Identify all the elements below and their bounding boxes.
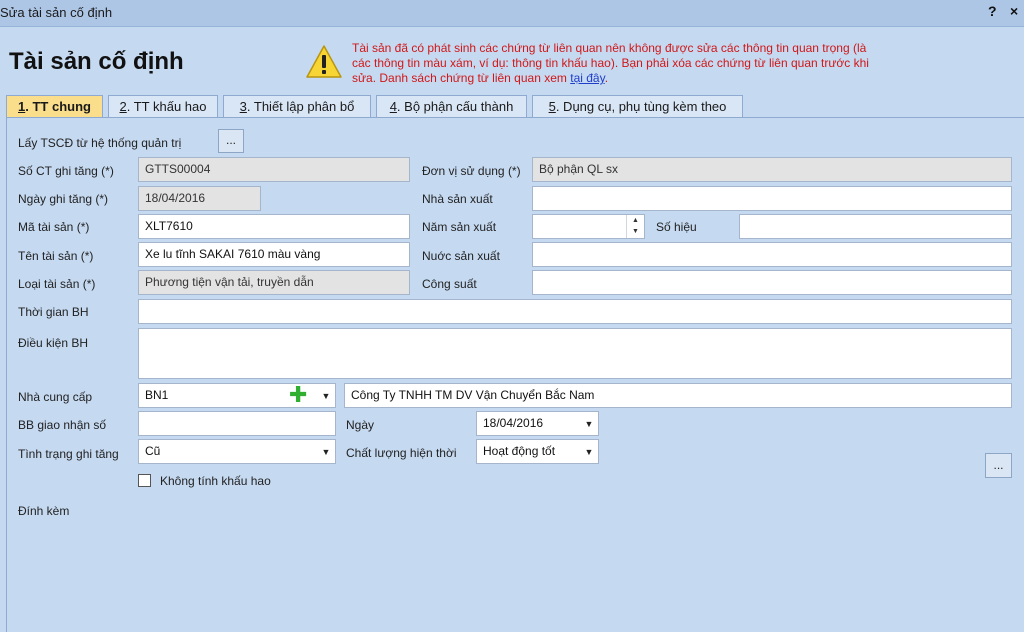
nha-sx-field[interactable] [532,186,1012,211]
chat-luong-label: Chất lượng hiện thời [346,446,457,460]
ma-ts-field[interactable]: XLT7610 [138,214,410,239]
khong-tinh-kh-label: Không tính khấu hao [160,474,271,488]
page-title: Tài sản cố định [9,48,184,75]
ten-ts-label: Tên tài sản (*) [18,249,94,263]
nam-sx-field[interactable]: ▲ ▼ [532,214,645,239]
ngay-label: Ngày [346,418,375,432]
title-bar: Sửa tài sản cố định ? × [0,0,1024,27]
tinh-trang-label: Tình trạng ghi tăng [18,447,119,461]
bb-giao-nhan-label: BB giao nhận số [18,418,107,432]
thoi-gian-bh-label: Thời gian BH [18,305,89,319]
warning-end: . [604,71,609,85]
warning-message: Tài sản đã có phát sinh các chứng từ liê… [352,41,872,86]
cong-suat-field[interactable] [532,270,1012,295]
nha-cc-chevron-down-icon[interactable]: ▼ [317,384,335,407]
bb-giao-nhan-field[interactable] [138,411,336,436]
warning-icon [306,45,342,78]
close-button[interactable]: × [1010,3,1018,19]
nha-cc-combo[interactable]: BN1 ✚ ▼ [138,383,336,408]
khong-tinh-kh-checkbox[interactable] [138,474,151,487]
nuoc-sx-field[interactable] [532,242,1012,267]
ngay-ghi-tang-label: Ngày ghi tăng (*) [18,192,109,206]
so-ct-field: GTTS00004 [138,157,410,182]
related-docs-link[interactable]: tại đây [570,71,604,85]
help-button[interactable]: ? [988,3,997,19]
so-hieu-label: Số hiệu [656,220,697,234]
tab-tt-khau-hao[interactable]: 2. TT khấu hao [108,95,218,117]
tinh-trang-select[interactable]: Cũ ▼ [138,439,336,464]
ma-ts-label: Mã tài sản (*) [18,220,90,234]
nha-sx-label: Nhà sản xuất [422,192,493,206]
dieu-kien-bh-label: Điều kiện BH [18,336,89,350]
dinh-kem-label: Đính kèm [18,504,70,518]
so-ct-label: Số CT ghi tăng (*) [18,164,114,178]
dieu-kien-bh-field[interactable] [138,328,1012,379]
so-hieu-field[interactable] [739,214,1012,239]
loai-ts-label: Loại tài sản (*) [18,277,96,291]
warning-text: Tài sản đã có phát sinh các chứng từ liê… [352,41,869,85]
tab-thiet-lap-phan-bo[interactable]: 3. Thiết lập phân bổ [223,95,371,117]
tinh-trang-chevron-down-icon[interactable]: ▼ [317,440,335,463]
loai-ts-field: Phương tiện vận tải, truyền dẫn [138,270,410,295]
thoi-gian-bh-field[interactable] [138,299,1012,324]
spin-up-icon[interactable]: ▲ [627,215,644,226]
nha-cc-code: BN1 [145,388,169,402]
ngay-date-field[interactable]: 18/04/2016 ▼ [476,411,599,436]
spin-down-icon[interactable]: ▼ [627,226,644,237]
tab-dung-cu-phu-tung[interactable]: 5. Dụng cụ, phụ tùng kèm theo [532,95,743,117]
tinh-trang-value: Cũ [145,444,161,458]
nam-sx-spinner[interactable]: ▲ ▼ [626,215,644,238]
window-title: Sửa tài sản cố định [0,5,113,20]
nha-cc-label: Nhà cung cấp [18,390,93,404]
tab-bo-phan-cau-thanh[interactable]: 4. Bộ phận cấu thành [376,95,527,117]
ten-ts-field[interactable]: Xe lu tĩnh SAKAI 7610 màu vàng [138,242,410,267]
lay-tscd-button[interactable]: ... [218,129,244,153]
add-supplier-plus-icon[interactable]: ✚ [289,384,307,406]
more-options-button[interactable]: ... [985,453,1012,478]
nha-cc-name-field[interactable]: Công Ty TNHH TM DV Vận Chuyển Bắc Nam [344,383,1012,408]
tab-tt-chung[interactable]: 1. TT chung [6,95,103,118]
don-vi-label: Đơn vị sử dụng (*) [422,164,521,178]
chat-luong-select[interactable]: Hoạt động tốt ▼ [476,439,599,464]
lay-tscd-label: Lấy TSCĐ từ hệ thống quản trị [18,136,182,150]
chat-luong-chevron-down-icon[interactable]: ▼ [580,440,598,463]
ngay-chevron-down-icon[interactable]: ▼ [580,412,598,435]
ngay-ghi-tang-field: 18/04/2016 [138,186,261,211]
don-vi-field: Bộ phận QL sx [532,157,1012,182]
ngay-value: 18/04/2016 [483,416,544,430]
nam-sx-label: Năm sản xuất [422,220,497,234]
cong-suat-label: Công suất [422,277,477,291]
nuoc-sx-label: Nuớc sản xuất [422,249,500,263]
chat-luong-value: Hoạt động tốt [483,444,556,458]
